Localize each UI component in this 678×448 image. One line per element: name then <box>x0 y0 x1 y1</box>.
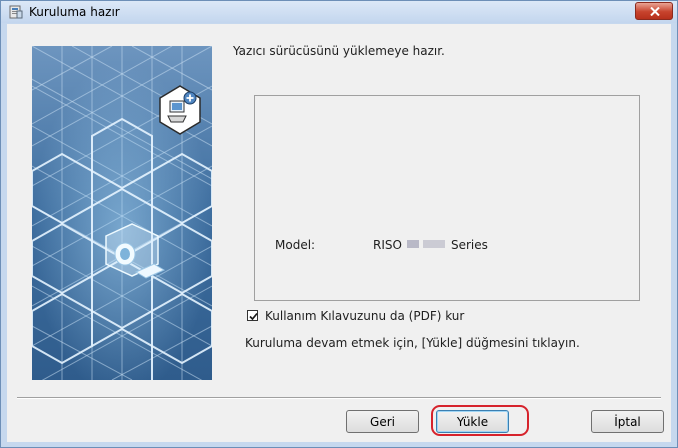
close-button[interactable] <box>635 2 673 20</box>
setup-illustration <box>32 46 212 380</box>
model-info-box: Model: RISO Series <box>254 95 640 301</box>
dialog-heading: Yazıcı sürücüsünü yüklemeye hazır. <box>233 44 445 58</box>
model-label: Model: <box>275 238 316 252</box>
instruction-text: Kuruluma devam etmek için, [Yükle] düğme… <box>245 336 580 350</box>
window-title: Kuruluma hazır <box>29 5 120 19</box>
title-bar: Kuruluma hazır <box>1 1 677 23</box>
model-prefix: RISO <box>373 238 402 252</box>
back-button[interactable]: Geri <box>346 410 419 433</box>
manual-checkbox[interactable] <box>247 310 258 321</box>
model-suffix: Series <box>450 238 488 252</box>
footer-divider <box>17 397 661 399</box>
install-button[interactable]: Yükle <box>436 410 509 433</box>
redacted-mark <box>422 240 445 248</box>
check-icon <box>249 312 258 321</box>
close-icon <box>650 7 660 16</box>
model-value: RISO Series <box>373 238 488 252</box>
redacted-mark <box>406 240 419 248</box>
cancel-button[interactable]: İptal <box>591 410 664 433</box>
installer-window: Kuruluma hazır Yazıcı sürücüsünü yükleme… <box>0 0 678 448</box>
installer-icon <box>9 5 23 19</box>
manual-checkbox-label[interactable]: Kullanım Kılavuzunu da (PDF) kur <box>265 309 464 323</box>
dialog-body: Yazıcı sürücüsünü yüklemeye hazır. Model… <box>7 24 671 442</box>
